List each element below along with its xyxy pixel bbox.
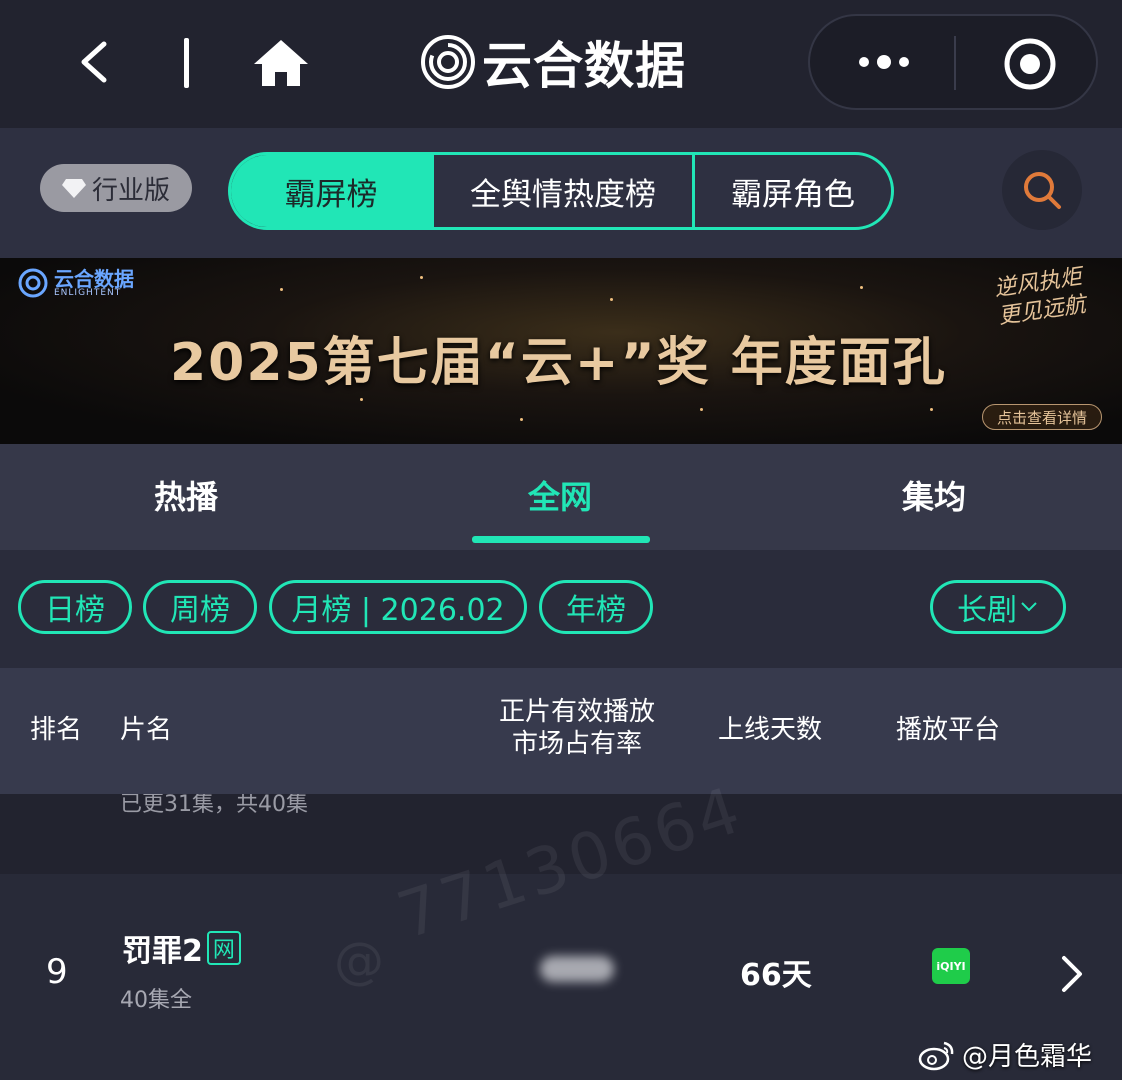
home-icon[interactable] [252, 38, 310, 88]
drama-type-dropdown[interactable]: 长剧 [930, 580, 1066, 634]
show-title-text: 罚罪2 [122, 934, 203, 969]
capsule-divider [954, 36, 956, 90]
chip-daily[interactable]: 日榜 [18, 580, 132, 634]
tab-all-network[interactable]: 全网 [528, 472, 592, 518]
banner-logo: 云合数据 ENLIGHTENT [18, 268, 134, 298]
drama-type-label: 长剧 [957, 593, 1017, 628]
header-title: 片名 [120, 715, 173, 745]
tab-screen-dominance[interactable]: 霸屏榜 [231, 155, 431, 227]
chevron-down-icon [1021, 602, 1037, 612]
banner-slogan: 逆风执炬 更见远航 [992, 264, 1088, 330]
search-icon [1024, 172, 1061, 209]
tab-dominant-roles[interactable]: 霸屏角色 [692, 155, 891, 227]
promo-banner[interactable]: 云合数据 ENLIGHTENT 2025第七届“云+”奖 年度面孔 逆风执炬 更… [0, 258, 1122, 444]
chevron-right-icon[interactable] [1058, 954, 1086, 994]
header-rank: 排名 [30, 715, 83, 745]
nav-divider [184, 38, 189, 88]
ranking-segment-control: 霸屏榜 全舆情热度榜 霸屏角色 [228, 152, 894, 230]
mini-program-capsule [808, 14, 1098, 110]
industry-edition-label: 行业版 [91, 175, 170, 206]
chip-weekly[interactable]: 周榜 [143, 580, 257, 634]
search-button[interactable] [1002, 150, 1082, 230]
brand-logo-icon [421, 35, 475, 89]
banner-logo-text: 云合数据 [54, 266, 134, 291]
weibo-credit: @月色霜华 [918, 1036, 1092, 1073]
tab-public-opinion-heat[interactable]: 全舆情热度榜 [431, 155, 692, 227]
tab-per-episode[interactable]: 集均 [902, 472, 966, 518]
network-badge: 网 [206, 931, 241, 965]
active-tab-indicator [472, 536, 650, 543]
episode-status: 40集全 [120, 988, 192, 1013]
header-market-share-line1: 正片有效播放 [498, 697, 655, 727]
ranking-type-bar: 行业版 霸屏榜 全舆情热度榜 霸屏角色 [0, 128, 1122, 258]
chip-yearly[interactable]: 年榜 [539, 580, 653, 634]
chip-monthly[interactable]: 月榜 | 2026.02 [269, 580, 527, 634]
show-title: 罚罪2 网 [122, 926, 241, 970]
rank-number: 9 [46, 952, 68, 992]
brand-logo-icon [18, 268, 48, 298]
brand-title: 云合数据 [482, 37, 686, 95]
close-target-icon[interactable] [1002, 36, 1058, 92]
category-tabs: 热播 全网 集均 [0, 444, 1122, 550]
iqiyi-platform-icon: iQIYI [932, 948, 970, 984]
more-icon[interactable] [854, 46, 914, 78]
banner-details-button[interactable]: 点击查看详情 [982, 404, 1102, 430]
header-market-share[interactable]: 正片有效播放 市场占有率 [492, 696, 662, 760]
header-days-online[interactable]: 上线天数 [718, 714, 822, 746]
episode-status: 已更31集，共40集 [120, 794, 308, 817]
header-market-share-line2: 市场占有率 [511, 729, 642, 759]
credit-text: @月色霜华 [962, 1042, 1093, 1072]
industry-edition-badge[interactable]: 行业版 [40, 164, 192, 212]
watermark-at: @ [334, 932, 384, 990]
diamond-icon [61, 179, 86, 198]
table-header: 排名 片名 正片有效播放 市场占有率 上线天数 播放平台 [0, 666, 1122, 794]
back-arrow-icon[interactable] [70, 38, 118, 86]
tab-hot[interactable]: 热播 [154, 472, 218, 518]
header-platform: 播放平台 [896, 715, 1001, 745]
top-nav-bar: 云合数据 [0, 0, 1122, 128]
brand: 云合数据 [420, 30, 686, 95]
banner-title: 2025第七届“云+”奖 年度面孔 [170, 333, 947, 393]
period-filter-bar: 日榜 周榜 月榜 | 2026.02 年榜 长剧 [0, 550, 1122, 666]
days-online: 66天 [740, 958, 812, 993]
market-share-blurred [540, 956, 614, 982]
weibo-icon [918, 1041, 954, 1070]
